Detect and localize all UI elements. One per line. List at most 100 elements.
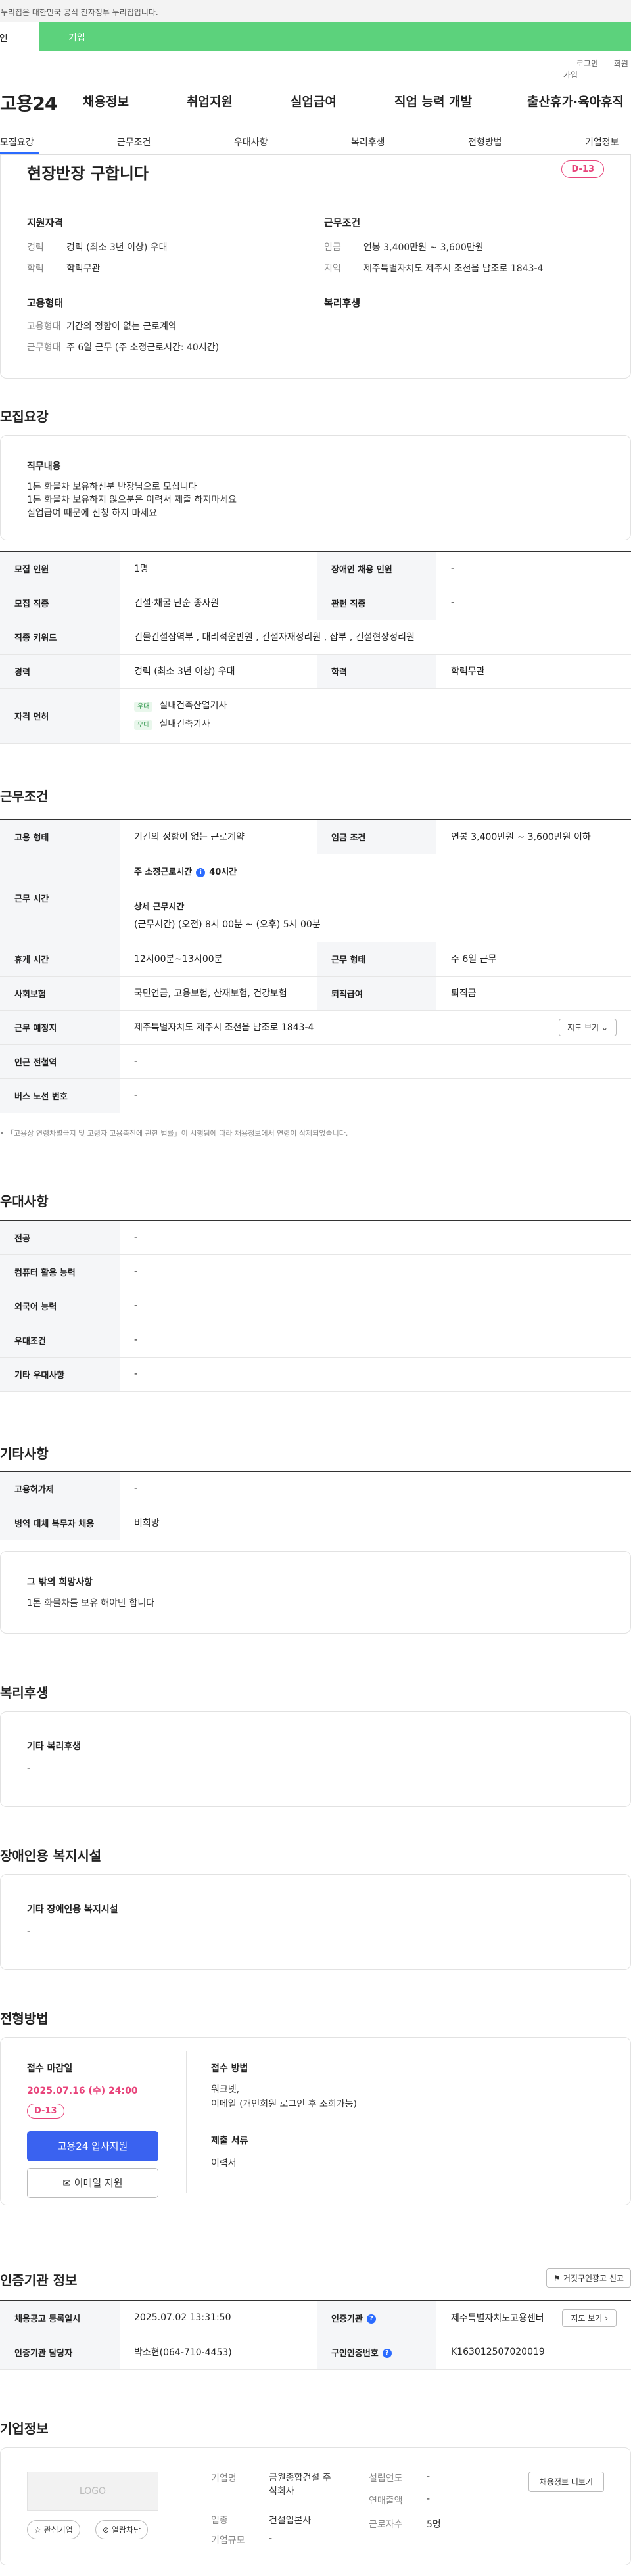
count-label: 모집 인원 bbox=[0, 551, 120, 586]
career-value: 경력 (최소 3년 이상) 우대 bbox=[120, 654, 317, 689]
method-heading: 접수 방법 bbox=[211, 2063, 248, 2074]
work-shift-label: 근무 형태 bbox=[317, 942, 436, 977]
company-size-value: - bbox=[269, 2533, 273, 2544]
language-label: 외국어 능력 bbox=[0, 1289, 120, 1323]
bus-value: - bbox=[120, 1078, 631, 1113]
false-ad-report-button[interactable]: ⚑ 거짓구인광고 신고 bbox=[546, 2268, 631, 2288]
map-view-button[interactable]: 지도 보기 ⌄ bbox=[559, 1018, 617, 1036]
employment-type-value: 기간의 정함이 없는 근로계약 bbox=[120, 819, 317, 854]
work-condition-heading: 근무조건 bbox=[324, 217, 361, 229]
login-link[interactable]: 로그인 bbox=[576, 59, 598, 68]
employee-count-label: 근로자수 bbox=[369, 2519, 403, 2530]
related-job-value: - bbox=[436, 586, 631, 620]
cert-table: 채용공고 등록일시 2025.07.02 13:31:50 인증기관? 제주특별… bbox=[0, 2300, 631, 2370]
nav-item-jobs[interactable]: 채용정보 bbox=[83, 92, 129, 110]
recruit-section-title: 모집요강 bbox=[0, 409, 49, 425]
duty-card: 직무내용 1톤 화물차 보유하신분 반장님으로 모십니다 1톤 화물차 보유하지… bbox=[0, 435, 631, 540]
summary-location: 지역 제주특별자치도 제주시 조천읍 남조로 1843-4 bbox=[324, 264, 544, 274]
retirement-label: 퇴직급여 bbox=[317, 976, 436, 1011]
tab-person[interactable]: 개인 bbox=[0, 22, 39, 51]
favorite-company-button[interactable]: ☆ 관심기업 bbox=[27, 2520, 80, 2539]
welfare-section-title: 복리후생 bbox=[0, 1685, 49, 1701]
tab-recruit[interactable]: 모집요강 bbox=[0, 135, 34, 149]
military-value: 비희망 bbox=[120, 1506, 631, 1540]
subway-label: 인근 전철역 bbox=[0, 1044, 120, 1079]
deadline-dday-badge: D-13 bbox=[27, 2104, 64, 2119]
block-view-button[interactable]: ⊘ 열람차단 bbox=[95, 2520, 149, 2539]
more-jobs-button[interactable]: 채용정보 더보기 bbox=[528, 2472, 604, 2492]
job-type-label: 모집 직종 bbox=[0, 586, 120, 620]
age-note: • 「고용상 연령차별금지 및 고령자 고용촉진에 관한 법률」이 시행됨에 따… bbox=[0, 1129, 348, 1138]
related-job-label: 관련 직종 bbox=[317, 586, 436, 620]
other-wishes-value: 1톤 화물차를 보유 해야만 합니다 bbox=[27, 1598, 155, 1609]
user-type-tabs: 개인 기업 bbox=[0, 22, 631, 51]
nav-item-maternity-leave[interactable]: 출산휴가·육아휴직 bbox=[527, 92, 624, 110]
sales-label: 연매출액 bbox=[369, 2496, 403, 2506]
pay-label: 임금 조건 bbox=[317, 819, 436, 854]
retirement-value: 퇴직금 bbox=[436, 976, 631, 1011]
info-icon[interactable]: i bbox=[196, 867, 206, 877]
section-tabs: 모집요강 근무조건 우대사항 복리후생 전형방법 기업정보 bbox=[0, 130, 631, 155]
condition-table: 고용 형태 기간의 정함이 없는 근로계약 임금 조건 연봉 3,400만원 ~… bbox=[0, 819, 631, 1113]
nav-item-employment-support[interactable]: 취업지원 bbox=[187, 92, 233, 110]
job-summary-card: 현장반장 구합니다 D-13 지원자격 경력 경력 (최소 3년 이상) 우대 학… bbox=[0, 155, 631, 379]
etc-table: 고용허가제 - 병역 대체 복무자 채용 비희망 bbox=[0, 1471, 631, 1540]
tab-preference[interactable]: 우대사항 bbox=[234, 135, 268, 149]
cert-section-title: 인증기관 정보 bbox=[0, 2272, 78, 2288]
company-card: LOGO ☆ 관심기업 ⊘ 열람차단 기업명 금원종합건설 주 식회사 업종 건설… bbox=[0, 2447, 631, 2565]
tab-welfare[interactable]: 복리후생 bbox=[351, 135, 385, 149]
cert-map-button[interactable]: 지도 보기 › bbox=[562, 2309, 617, 2327]
info-icon[interactable]: ? bbox=[366, 2314, 376, 2324]
preference-condition-value: - bbox=[120, 1323, 631, 1358]
site-logo[interactable]: 고용24 bbox=[0, 89, 57, 116]
other-preference-label: 기타 우대사항 bbox=[0, 1357, 120, 1392]
computer-skill-label: 컴퓨터 활용 능력 bbox=[0, 1254, 120, 1289]
welfare-card-heading: 기타 복리후생 bbox=[27, 1741, 82, 1752]
apply-button[interactable]: 고용24 입사지원 bbox=[27, 2131, 158, 2161]
subway-value: - bbox=[120, 1044, 631, 1079]
license-item: 우대 실내건축산업기사 bbox=[134, 697, 617, 716]
language-value: - bbox=[120, 1289, 631, 1323]
deadline-heading: 접수 마감일 bbox=[27, 2063, 73, 2074]
work-hours-value: 주 소정근로시간 i 40시간 상세 근무시간 (근무시간) (오전) 8시 00분… bbox=[120, 854, 631, 942]
license-list: 우대 실내건축산업기사 우대 실내건축기사 bbox=[120, 688, 631, 744]
summary-career: 경력 경력 (최소 3년 이상) 우대 bbox=[27, 242, 168, 253]
method-value: 워크넷, 이메일 (개인회원 로그인 후 조회가능) bbox=[211, 2084, 357, 2109]
company-name-value: 금원종합건설 주 식회사 bbox=[269, 2473, 331, 2496]
info-icon[interactable]: ? bbox=[382, 2349, 392, 2358]
summary-employment-type: 고용형태 기간의 정함이 없는 근로계약 bbox=[27, 321, 177, 332]
facility-card: 기타 장애인용 복지시설 - bbox=[0, 1874, 631, 1970]
rest-time-value: 12시00분~13시00분 bbox=[120, 942, 317, 977]
email-apply-button[interactable]: ✉ 이메일 지원 bbox=[27, 2168, 158, 2198]
star-icon: ☆ bbox=[34, 2525, 41, 2535]
nav-item-skill-development[interactable]: 직업 능력 개발 bbox=[394, 92, 472, 110]
tab-selection[interactable]: 전형방법 bbox=[468, 135, 502, 149]
major-value: - bbox=[120, 1220, 631, 1255]
block-icon: ⊘ bbox=[103, 2525, 110, 2535]
nav-item-unemployment-benefit[interactable]: 실업급여 bbox=[291, 92, 337, 110]
duty-heading: 직무내용 bbox=[27, 461, 61, 472]
pay-value: 연봉 3,400만원 ~ 3,600만원 이하 bbox=[436, 819, 631, 854]
employment-type-heading: 고용형태 bbox=[27, 297, 64, 309]
tab-company[interactable]: 기업 bbox=[39, 22, 631, 51]
major-label: 전공 bbox=[0, 1220, 120, 1255]
tab-condition[interactable]: 근무조건 bbox=[117, 135, 151, 149]
preference-section-title: 우대사항 bbox=[0, 1193, 49, 1209]
insurance-label: 사회보험 bbox=[0, 976, 120, 1011]
license-label: 자격 면허 bbox=[0, 688, 120, 744]
welfare-card: 기타 복리후생 - bbox=[0, 1711, 631, 1807]
gov-banner: 이 누리집은 대한민국 공식 전자정부 누리집입니다. bbox=[0, 0, 631, 22]
company-name-label: 기업명 bbox=[211, 2473, 237, 2484]
insurance-value: 국민연금, 고용보험, 산재보험, 건강보험 bbox=[120, 976, 317, 1011]
condition-section-title: 근무조건 bbox=[0, 789, 49, 804]
chevron-right-icon: › bbox=[605, 2313, 608, 2323]
deadline-value: 2025.07.16 (수) 24:00 bbox=[27, 2086, 138, 2096]
selection-divider bbox=[186, 2051, 187, 2193]
education-label: 학력 bbox=[317, 654, 436, 689]
work-shift-value: 주 6일 근무 bbox=[436, 942, 631, 977]
founded-label: 설립연도 bbox=[369, 2473, 403, 2484]
license-item: 우대 실내건축기사 bbox=[134, 716, 617, 734]
tab-company-info[interactable]: 기업정보 bbox=[585, 135, 619, 149]
job-keyword-label: 직종 키워드 bbox=[0, 620, 120, 655]
duty-content: 1톤 화물차 보유하신분 반장님으로 모십니다 1톤 화물차 보유하지 않으분은… bbox=[27, 482, 237, 518]
